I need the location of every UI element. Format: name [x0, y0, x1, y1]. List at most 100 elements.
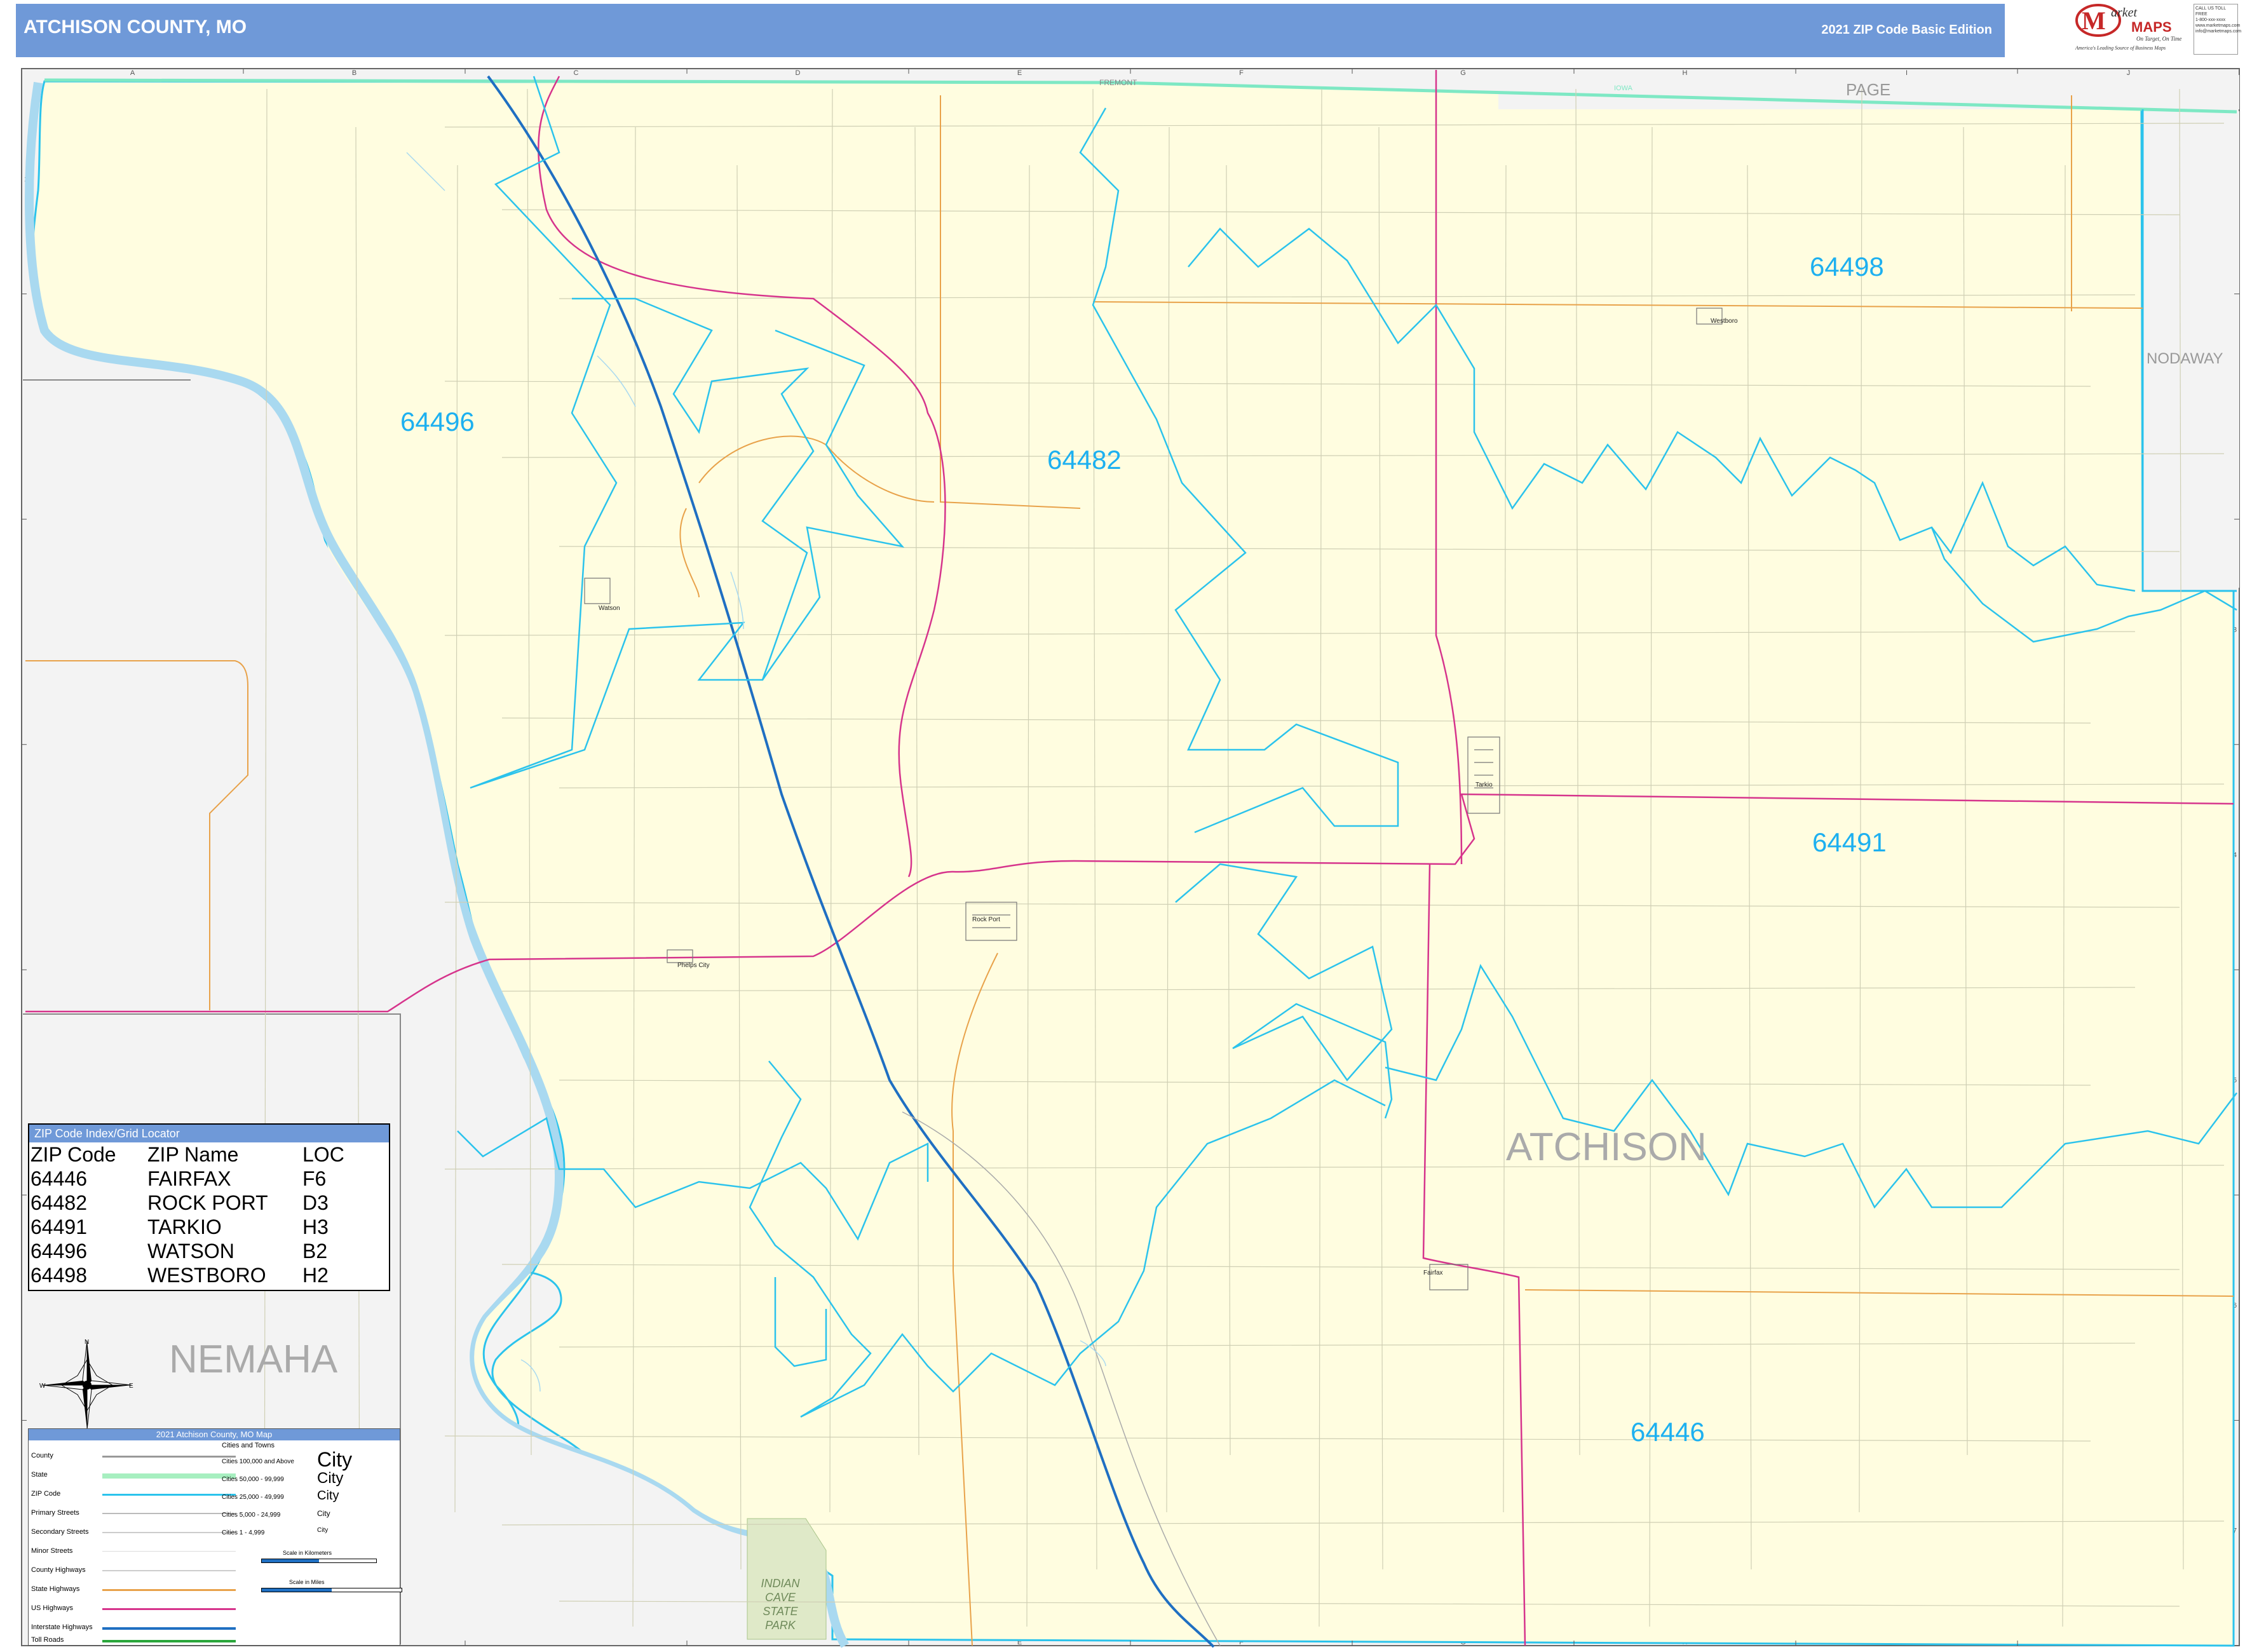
legend-city-class-2: Cities 50,000 - 99,999: [222, 1476, 284, 1483]
iowa-label: IOWA: [1614, 85, 1633, 92]
zip-index-loc: B2: [302, 1240, 328, 1263]
table-row: 64496 WATSON B2: [31, 1239, 349, 1263]
zip-index-zip: 64496: [31, 1240, 87, 1263]
legend-city-class-4: Cities 5,000 - 24,999: [222, 1512, 281, 1519]
zip-index-name: ROCK PORT: [147, 1191, 268, 1214]
nodaway-county-label: NODAWAY: [2147, 350, 2223, 367]
legend-us-hwy-swatch: [102, 1608, 236, 1610]
table-row: 64498 WESTBORO H2: [31, 1263, 349, 1287]
scale-bar-km: [261, 1559, 377, 1563]
zip-index-table: ZIP Code Index/Grid Locator ZIP Code ZIP…: [28, 1123, 390, 1291]
legend-zip: ZIP Code: [31, 1490, 61, 1498]
zip-index-name: FAIRFAX: [147, 1167, 231, 1190]
legend-state-swatch: [102, 1473, 236, 1479]
legend-primary: Primary Streets: [31, 1509, 79, 1517]
zip-label-64498: 64498: [1810, 252, 1884, 281]
zip-index-title: ZIP Code Index/Grid Locator: [29, 1125, 389, 1142]
legend-state-hwy: State Highways: [31, 1585, 80, 1593]
legend-title: 2021 Atchison County, MO Map: [29, 1429, 400, 1440]
city-label-phelps-city: Phelps City: [677, 962, 710, 969]
park-label-line3: STATE: [763, 1605, 798, 1618]
legend-city-sample-5: City: [317, 1527, 329, 1534]
legend-city-sample-4: City: [317, 1509, 330, 1518]
legend-primary-swatch: [102, 1513, 236, 1514]
zip-index-loc: H3: [302, 1215, 329, 1238]
county-map: AABBCCDDEEFFGGHHIIJJ11223344556677: [21, 68, 2240, 1648]
zip-index-header-name: ZIP Name: [147, 1143, 239, 1166]
legend-toll-swatch: [102, 1640, 236, 1642]
legend-scale-km: Scale in Kilometers: [283, 1550, 332, 1556]
city-label-watson: Watson: [599, 605, 620, 612]
legend-scale-mi: Scale in Miles: [289, 1579, 325, 1585]
grid-column-label: B: [352, 69, 356, 77]
scale-bar-mi: [261, 1588, 402, 1592]
legend-secondary-swatch: [102, 1532, 236, 1533]
legend-secondary: Secondary Streets: [31, 1528, 89, 1536]
nodaway-area: [2143, 111, 2239, 588]
compass-w: W: [39, 1383, 46, 1390]
city-label-fairfax: Fairfax: [1423, 1269, 1443, 1276]
legend-city-sample-3: City: [317, 1489, 339, 1503]
legend-interstate: Interstate Highways: [31, 1623, 93, 1631]
legend-city-class-3: Cities 25,000 - 49,999: [222, 1494, 284, 1501]
legend-county-hwy-swatch: [102, 1570, 236, 1571]
legend-state-hwy-swatch: [102, 1589, 236, 1591]
atchison-county-label: ATCHISON: [1506, 1125, 1707, 1169]
legend-city-sample-2: City: [317, 1470, 344, 1487]
zip-index-loc: D3: [302, 1191, 329, 1214]
grid-column-label: F: [1239, 69, 1244, 77]
grid-column-label: D: [796, 69, 801, 77]
zip-index-zip: 64446: [31, 1167, 87, 1190]
nemaha-county-label: NEMAHA: [169, 1337, 338, 1381]
zip-index-header-zip: ZIP Code: [31, 1143, 116, 1166]
map-legend: 2021 Atchison County, MO Map County Stat…: [28, 1428, 402, 1646]
zip-index-grid: ZIP Code ZIP Name LOC 64446 FAIRFAX F6 6…: [31, 1142, 349, 1287]
grid-column-label: G: [1460, 69, 1466, 77]
legend-city-class-1: Cities 100,000 and Above: [222, 1458, 294, 1465]
city-label-tarkio: Tarkio: [1475, 782, 1493, 789]
legend-county-swatch: [102, 1456, 236, 1458]
table-row: 64491 TARKIO H3: [31, 1215, 349, 1239]
zip-index-loc: F6: [302, 1167, 327, 1190]
zip-index-name: TARKIO: [147, 1215, 222, 1238]
table-row: 64446 FAIRFAX F6: [31, 1167, 349, 1191]
legend-toll: Toll Roads: [31, 1636, 64, 1644]
legend-us-hwy: US Highways: [31, 1604, 74, 1612]
city-label-rock-port: Rock Port: [972, 916, 1000, 923]
compass-n: N: [85, 1339, 89, 1346]
zip-label-64491: 64491: [1812, 827, 1887, 857]
legend-zip-swatch: [102, 1494, 236, 1496]
grid-column-label: E: [1017, 69, 1022, 77]
legend-county-hwy: County Highways: [31, 1566, 86, 1574]
grid-column-label: C: [574, 69, 579, 77]
zip-label-64482: 64482: [1047, 445, 1122, 475]
zip-index-zip: 64498: [31, 1264, 87, 1287]
zip-index-header-row: ZIP Code ZIP Name LOC: [31, 1142, 349, 1167]
legend-cities-title: Cities and Towns: [222, 1442, 275, 1449]
zip-index-zip: 64482: [31, 1191, 87, 1214]
zip-index-zip: 64491: [31, 1215, 87, 1238]
zip-label-64446: 64446: [1631, 1417, 1705, 1447]
legend-minor-swatch: [102, 1551, 236, 1552]
legend-city-class-5: Cities 1 - 4,999: [222, 1529, 265, 1536]
park-label-line4: PARK: [765, 1619, 796, 1632]
fremont-label: FREMONT: [1099, 78, 1137, 87]
legend-interstate-swatch: [102, 1627, 236, 1630]
park-label-line2: CAVE: [765, 1591, 796, 1604]
compass-rose-icon: N S W E: [39, 1339, 133, 1433]
city-label-westboro: Westboro: [1711, 318, 1738, 325]
zip-label-64496: 64496: [400, 407, 475, 437]
zip-index-header-loc: LOC: [302, 1143, 344, 1166]
page-county-label: PAGE: [1846, 80, 1890, 99]
grid-column-label: A: [130, 69, 135, 77]
compass-e: E: [129, 1383, 133, 1390]
legend-minor: Minor Streets: [31, 1547, 73, 1555]
park-label-line1: INDIAN: [761, 1577, 800, 1590]
legend-county: County: [31, 1452, 53, 1459]
legend-state: State: [31, 1471, 48, 1479]
table-row: 64482 ROCK PORT D3: [31, 1191, 349, 1215]
zip-index-loc: H2: [302, 1264, 329, 1287]
zip-index-name: WATSON: [147, 1240, 234, 1263]
zip-index-name: WESTBORO: [147, 1264, 266, 1287]
legend-city-sample-1: City: [317, 1448, 353, 1471]
